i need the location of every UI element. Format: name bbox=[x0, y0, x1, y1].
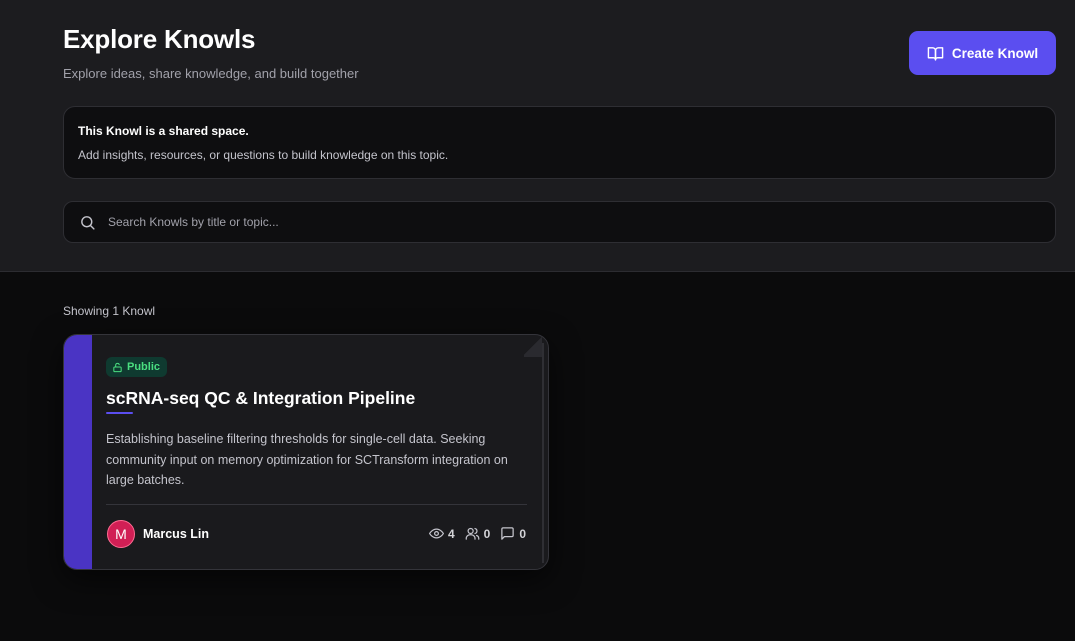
visibility-label: Public bbox=[127, 361, 161, 373]
users-icon bbox=[465, 527, 480, 540]
search-bar[interactable] bbox=[63, 201, 1056, 243]
card-description: Establishing baseline filtering threshol… bbox=[106, 432, 508, 487]
title-underline bbox=[106, 412, 133, 414]
knowl-card[interactable]: Public scRNA-seq QC & Integration Pipeli… bbox=[63, 334, 549, 570]
contributors-stat: 0 bbox=[465, 526, 491, 541]
card-title[interactable]: scRNA-seq QC & Integration Pipeline bbox=[106, 388, 415, 409]
card-edge bbox=[542, 343, 544, 563]
book-open-icon bbox=[927, 46, 944, 61]
search-icon bbox=[81, 215, 95, 230]
results-count: Showing 1 Knowl bbox=[63, 304, 156, 318]
comment-icon bbox=[501, 527, 515, 540]
eye-icon bbox=[428, 528, 444, 539]
card-stats: 4 0 0 bbox=[428, 526, 526, 541]
card-accent-bar bbox=[64, 335, 92, 569]
visibility-badge: Public bbox=[106, 357, 168, 377]
shared-space-notice: This Knowl is a shared space. Add insigh… bbox=[63, 106, 1056, 179]
notice-title: This Knowl is a shared space. bbox=[78, 124, 249, 138]
page-title: Explore Knowls bbox=[63, 24, 256, 54]
author-name: Marcus Lin bbox=[143, 527, 209, 541]
card-divider bbox=[106, 504, 527, 505]
create-knowl-button[interactable]: Create Knowl bbox=[909, 31, 1056, 75]
header-section: Explore Knowls Explore ideas, share know… bbox=[0, 0, 1075, 272]
unlock-icon bbox=[113, 362, 122, 372]
comments-stat: 0 bbox=[500, 526, 526, 541]
search-input[interactable] bbox=[108, 215, 1008, 229]
page-subtitle: Explore ideas, share knowledge, and buil… bbox=[63, 66, 359, 81]
create-knowl-label: Create Knowl bbox=[951, 45, 1039, 61]
notice-text: Add insights, resources, or questions to… bbox=[78, 148, 449, 162]
views-count: 4 bbox=[447, 526, 455, 541]
avatar: M bbox=[107, 520, 135, 548]
views-stat: 4 bbox=[428, 526, 455, 541]
contributors-count: 0 bbox=[483, 526, 491, 541]
card-corner-fold bbox=[524, 335, 542, 357]
comments-count: 0 bbox=[519, 526, 526, 541]
